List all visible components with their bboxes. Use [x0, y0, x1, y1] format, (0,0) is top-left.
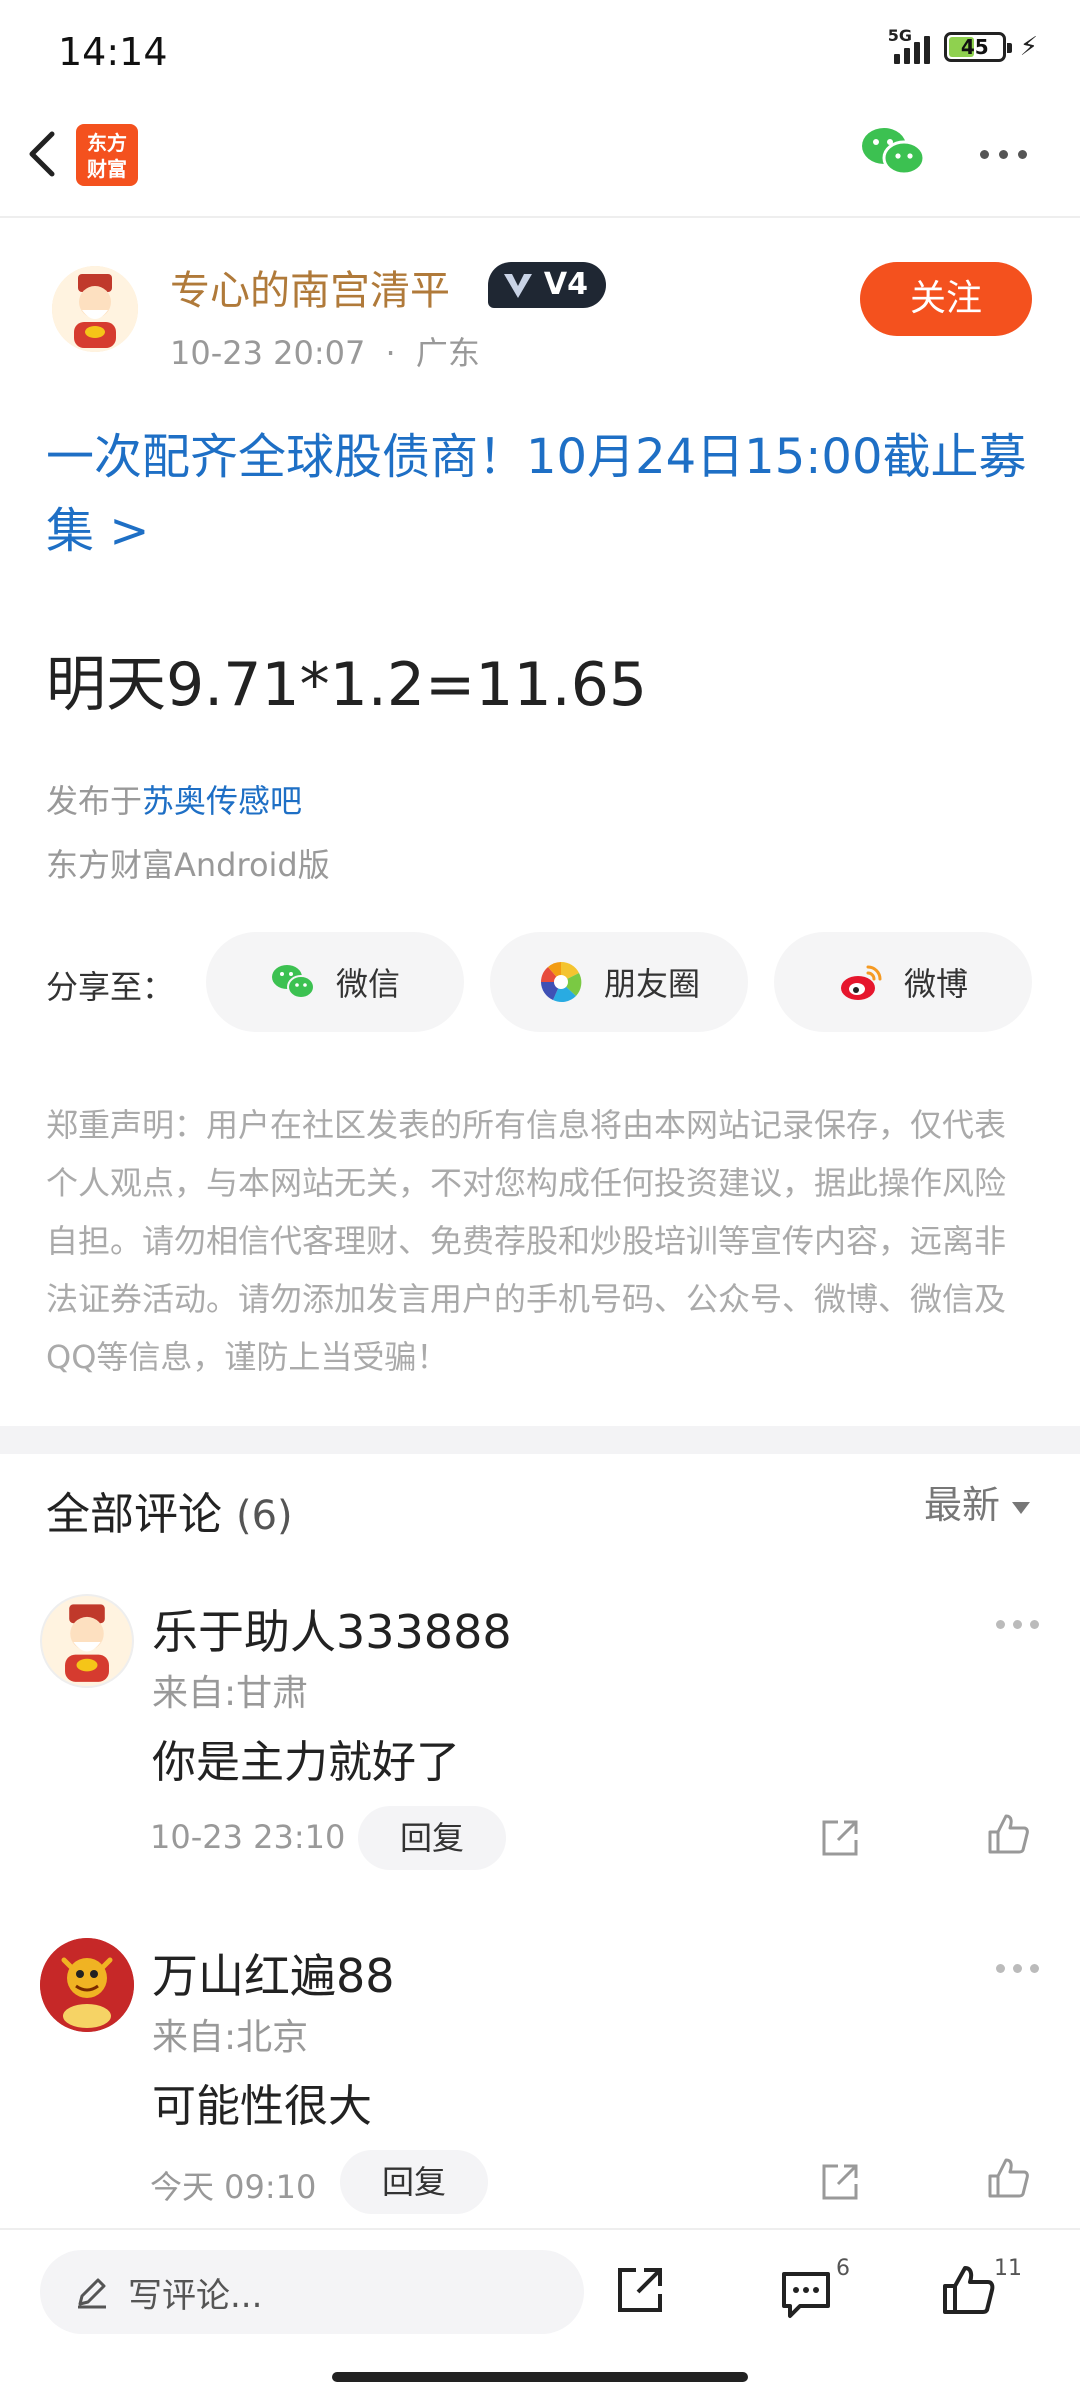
back-button[interactable]	[18, 122, 68, 186]
network-type: 5G	[887, 26, 912, 45]
comment-username[interactable]: 万山红遍88	[152, 1940, 395, 2006]
status-icons: 5G 45 ⚡	[888, 26, 1038, 64]
share-icon	[822, 1820, 858, 1856]
sort-label: 最新	[924, 1483, 1001, 1527]
charging-icon: ⚡	[1019, 32, 1038, 62]
disclaimer: 郑重声明：用户在社区发表的所有信息将由本网站记录保存，仅代表个人观点，与本网站无…	[46, 1106, 1007, 1376]
pencil-icon	[78, 2278, 106, 2309]
share-moments-button[interactable]: 朋友圈	[490, 932, 748, 1032]
chevron-left-icon	[29, 131, 55, 177]
follow-button[interactable]: 关注	[860, 262, 1032, 336]
author-name[interactable]: 专心的南宫清平	[170, 258, 450, 316]
battery-icon: 45	[943, 32, 1012, 62]
share-weibo-button[interactable]: 微博	[774, 932, 1032, 1032]
comment-like-button[interactable]	[986, 1812, 1030, 1856]
thumbs-up-icon	[943, 2266, 995, 2314]
fortune-god-avatar-icon	[52, 266, 138, 352]
comment-avatar[interactable]	[40, 1938, 134, 2032]
comments-title-text: 全部评论	[46, 1489, 222, 1540]
share-label: 分享至：	[46, 968, 175, 1006]
more-button[interactable]	[980, 150, 1027, 159]
sort-dropdown[interactable]: 最新	[924, 1474, 1031, 1529]
brand-logo: 东方财富	[76, 124, 138, 186]
share-wechat-button[interactable]: 微信	[206, 932, 464, 1032]
comments-title: 全部评论 (6)	[46, 1478, 293, 1542]
author-meta: 10-23 20:07 · 广东	[170, 334, 480, 372]
comment-text: 可能性很大	[152, 2081, 372, 2132]
share-button[interactable]	[612, 2262, 668, 2318]
more-icon	[996, 1620, 1005, 1629]
comments-button[interactable]	[778, 2266, 834, 2322]
fortune-god-avatar-icon	[65, 1604, 109, 1682]
reply-button[interactable]: 回复	[340, 2150, 488, 2214]
posted-in: 发布于苏奥传感吧	[46, 776, 302, 822]
post-time: 10-23 20:07	[170, 334, 366, 372]
promo-link[interactable]: 一次配齐全球股债商！10月24日15:00截止募集 >	[46, 420, 1036, 568]
client-info: 东方财富Android版	[46, 846, 330, 884]
v-shield-icon	[504, 274, 532, 298]
home-indicator[interactable]	[332, 2372, 748, 2382]
share-icon	[822, 2164, 858, 2200]
signal-icon: 5G	[888, 26, 930, 64]
comment-text: 你是主力就好了	[152, 1737, 460, 1788]
thumbs-up-icon	[988, 2158, 1029, 2198]
comment-time: 10-23 23:10	[150, 1818, 346, 1856]
share-weibo-label: 微博	[903, 965, 968, 1003]
wechat-share-button[interactable]	[860, 124, 926, 180]
comment-share-button[interactable]	[818, 1816, 862, 1860]
comment-share-button[interactable]	[818, 2160, 862, 2204]
moments-icon	[540, 961, 582, 1002]
comment-count: 6	[836, 2256, 850, 2281]
like-button[interactable]	[940, 2262, 996, 2318]
comment-location: 来自:甘肃	[152, 1673, 309, 1714]
more-icon	[980, 150, 989, 159]
section-divider	[0, 1426, 1080, 1454]
comment-icon	[782, 2272, 830, 2318]
author-avatar[interactable]	[52, 266, 138, 352]
more-icon	[996, 1964, 1005, 1973]
comment-more-button[interactable]	[996, 1620, 1039, 1629]
reply-button[interactable]: 回复	[358, 1806, 506, 1870]
post-location: 广东	[415, 334, 480, 372]
triangle-down-icon	[1012, 1501, 1031, 1514]
divider	[0, 216, 1080, 218]
board-link[interactable]: 苏奥传感吧	[142, 782, 302, 820]
comment-more-button[interactable]	[996, 1964, 1039, 1973]
battery-level: 45	[960, 35, 989, 59]
comment-avatar[interactable]	[40, 1594, 134, 1688]
write-comment-placeholder: 写评论...	[128, 2275, 263, 2316]
weibo-icon	[840, 965, 882, 1000]
brand-logo-text: 东方财富	[87, 131, 127, 181]
dragon-avatar-icon	[40, 1938, 134, 2032]
thumbs-up-icon	[988, 1814, 1029, 1854]
post-content: 明天9.71*1.2=11.65	[46, 650, 648, 720]
level-badge: V4	[488, 262, 606, 308]
comment-like-button[interactable]	[986, 2156, 1030, 2200]
status-time: 14:14	[58, 30, 168, 74]
level-badge-text: V4	[543, 267, 588, 302]
comment-location: 来自:北京	[152, 2017, 309, 2058]
wechat-icon	[271, 965, 315, 999]
share-icon	[618, 2268, 662, 2312]
share-moments-label: 朋友圈	[603, 965, 700, 1003]
share-wechat-label: 微信	[335, 965, 400, 1003]
comments-count: (6)	[236, 1493, 293, 1539]
comment-time: 今天 09:10	[150, 2168, 317, 2206]
write-comment-input[interactable]: 写评论...	[40, 2250, 584, 2334]
like-count: 11	[994, 2256, 1022, 2281]
wechat-icon	[862, 128, 926, 176]
comment-username[interactable]: 乐于助人333888	[152, 1596, 512, 1662]
posted-in-prefix: 发布于	[46, 782, 143, 820]
